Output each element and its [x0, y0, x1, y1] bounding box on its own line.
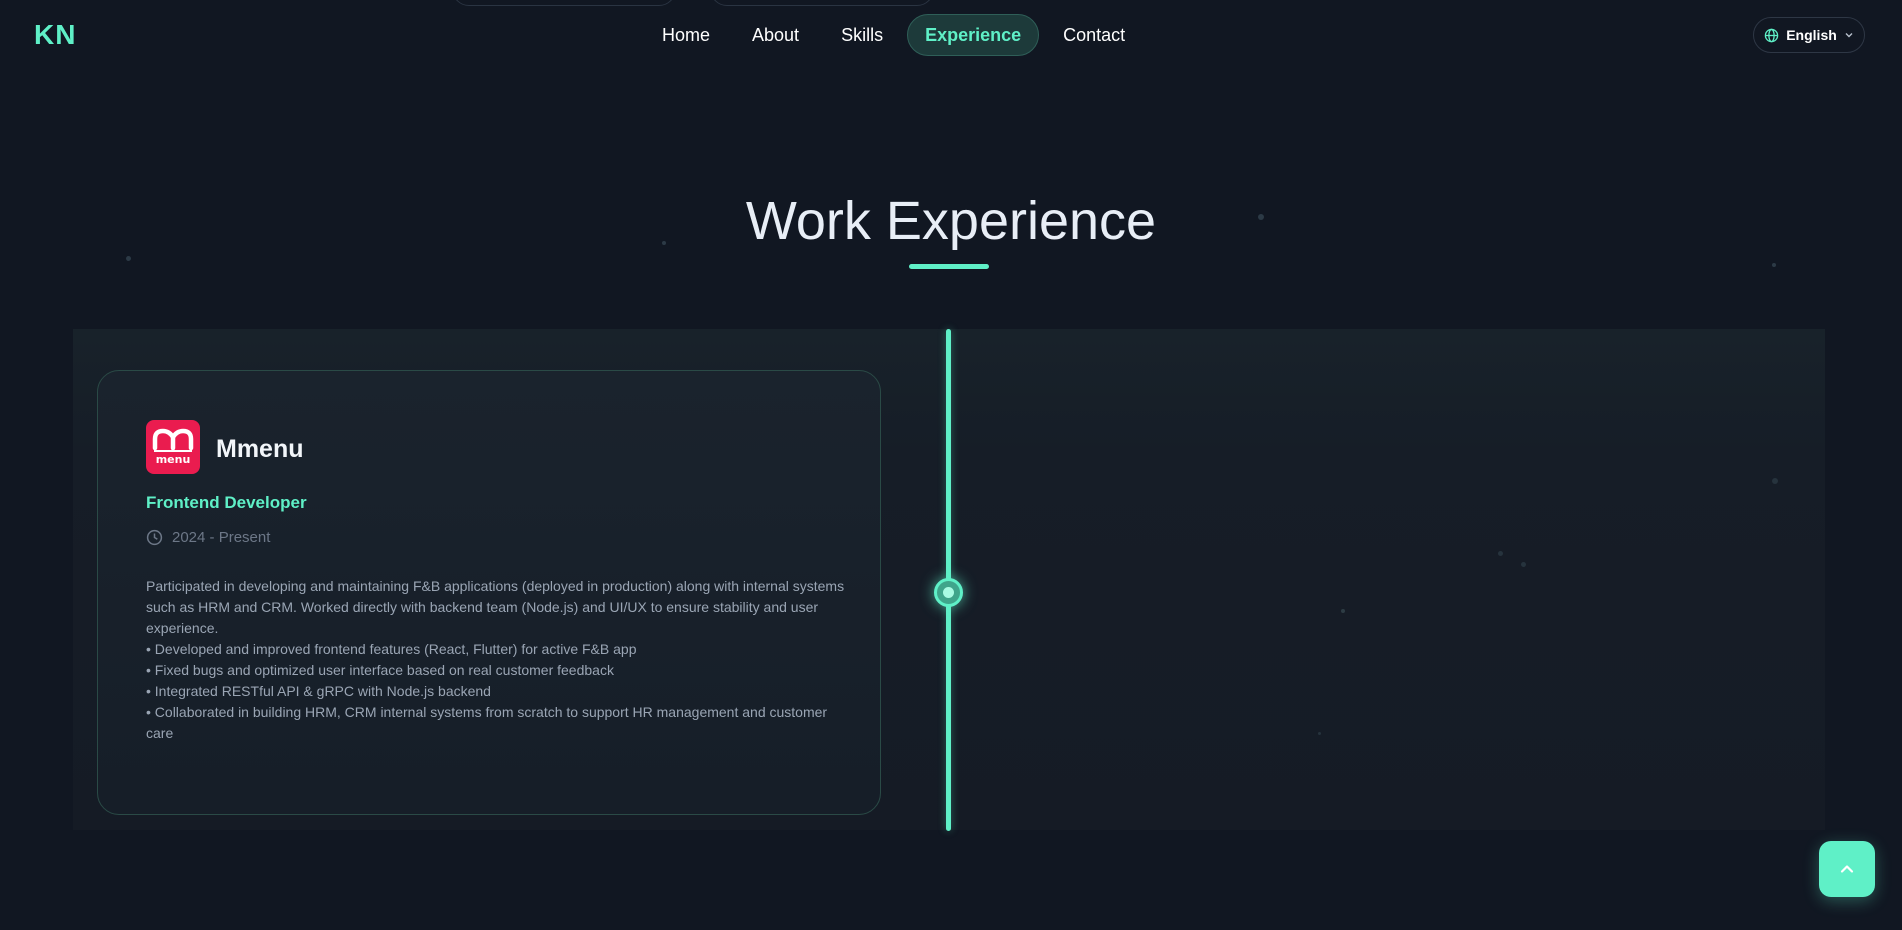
nav-link-experience[interactable]: Experience — [907, 14, 1040, 56]
mmenu-logo-icon: menu — [152, 428, 194, 466]
employment-period: 2024 - Present — [146, 529, 270, 546]
background-dot — [1772, 478, 1778, 484]
main-nav: Home About Skills Experience Contact — [644, 14, 1143, 56]
decorative-pill — [710, 0, 934, 6]
achievement-list: Developed and improved frontend features… — [146, 639, 846, 744]
achievement-item: Fixed bugs and optimized user interface … — [146, 660, 846, 681]
chevron-down-icon — [1844, 30, 1854, 40]
job-summary: Participated in developing and maintaini… — [146, 578, 845, 636]
company-name: Mmenu — [216, 435, 304, 463]
timeline-node — [934, 578, 963, 607]
chevron-up-icon — [1838, 860, 1856, 878]
achievement-item: Integrated RESTful API & gRPC with Node.… — [146, 681, 846, 702]
nav-link-skills[interactable]: Skills — [823, 14, 901, 56]
logo-text: menu — [156, 453, 191, 466]
nav-link-about[interactable]: About — [734, 14, 817, 56]
company-logo: menu — [146, 420, 200, 474]
nav-link-contact[interactable]: Contact — [1045, 14, 1143, 56]
experience-card: menu Mmenu Frontend Developer 2024 - Pre… — [97, 370, 881, 815]
job-description: Participated in developing and maintaini… — [146, 576, 846, 744]
nav-link-home[interactable]: Home — [644, 14, 728, 56]
background-dot — [1318, 732, 1321, 735]
navbar: KN Home About Skills Experience Contact … — [0, 0, 1902, 70]
language-label: English — [1786, 27, 1837, 43]
title-underline — [909, 264, 989, 269]
job-title: Frontend Developer — [146, 493, 307, 512]
decorative-pill — [452, 0, 676, 6]
background-dot — [126, 256, 131, 261]
background-dot — [1521, 562, 1526, 567]
brand-logo[interactable]: KN — [34, 19, 76, 51]
achievement-item: Collaborated in building HRM, CRM intern… — [146, 702, 846, 744]
background-dot — [1772, 263, 1776, 267]
scroll-to-top-button[interactable] — [1819, 841, 1875, 897]
language-selector[interactable]: English — [1753, 17, 1865, 53]
globe-icon — [1764, 28, 1779, 43]
background-dot — [1341, 609, 1345, 613]
clock-icon — [146, 529, 163, 546]
background-dot — [1498, 551, 1503, 556]
period-text: 2024 - Present — [172, 529, 271, 546]
section-title: Work Experience — [745, 191, 1157, 251]
achievement-item: Developed and improved frontend features… — [146, 639, 846, 660]
